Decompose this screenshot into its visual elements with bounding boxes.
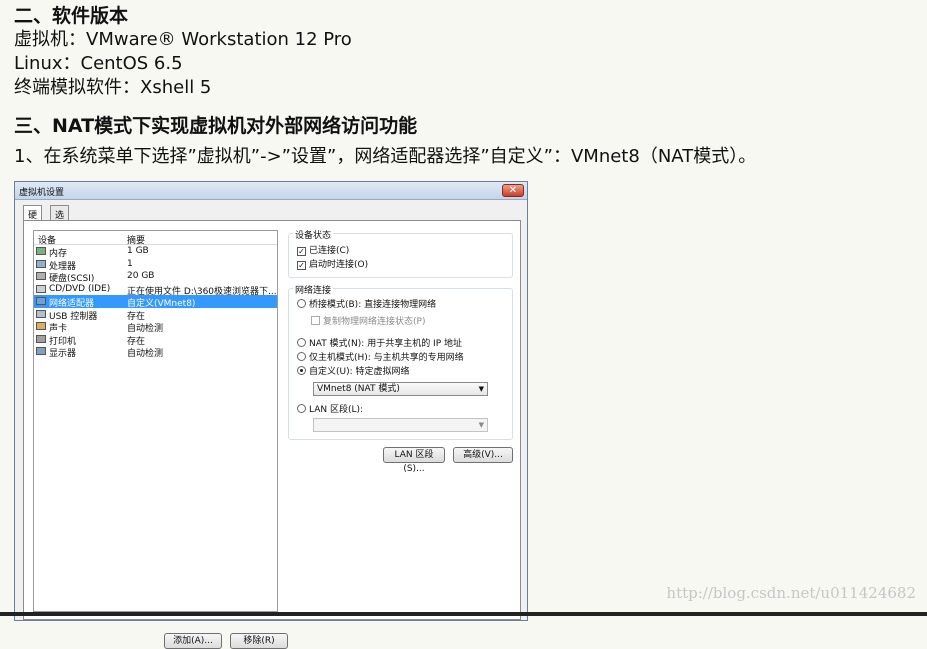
usb-icon [36,309,46,318]
connect-at-power-on-label: 启动时连接(O) [309,260,369,270]
step1-text: 1、在系统菜单下选择”虚拟机”->”设置”，网络适配器选择”自定义”：VMnet… [14,146,757,167]
cd-dvd-icon [36,284,46,293]
radio-icon [297,299,306,308]
host-only-radio[interactable]: 仅主机模式(H): 与主机共享的专用网络 [297,350,464,363]
network-connection-legend: 网络连接 [293,283,334,296]
custom-radio[interactable]: 自定义(U): 特定虚拟网络 [297,364,410,377]
dropdown-arrow-icon: ▼ [478,385,484,393]
device-row[interactable]: 硬盘(SCSI) 20 GB [34,270,277,284]
bottom-border [0,612,927,616]
dialog-titlebar: 虚拟机设置 ✕ [15,182,527,200]
device-row[interactable]: 内存 1 GB [34,245,277,259]
device-row[interactable]: 网络适配器 自定义(VMnet8) [34,295,277,309]
device-summary: 20 GB [127,271,155,281]
device-summary: 1 GB [127,246,149,256]
device-summary: 自动检测 [127,349,164,359]
version-line-terminal: 终端模拟软件：Xshell 5 [14,77,212,98]
device-row[interactable]: 处理器 1 [34,258,277,272]
device-list: 设备 摘要 内存 1 GB 处理器 1 硬盘(SCSI) 20 GB CD/DVD (IDE… [33,230,278,612]
close-icon[interactable]: ✕ [502,184,524,197]
device-row[interactable]: 显示器 自动检测 [34,345,277,359]
device-status-group: 设备状态 ✓ 已连接(C) ✓ 启动时连接(O) [288,228,513,278]
device-row[interactable]: CD/DVD (IDE) 正在使用文件 D:\360极速浏览器下... [34,283,277,297]
display-icon [36,347,46,355]
custom-label: 自定义(U): 特定虚拟网络 [309,367,410,377]
tab-options[interactable]: 选项 [50,205,70,234]
nat-radio[interactable]: NAT 模式(N): 用于共享主机的 IP 地址 [297,336,462,349]
check-icon: ✓ [297,247,306,256]
radio-icon [297,338,306,347]
hardware-panel: 设备 摘要 内存 1 GB 处理器 1 硬盘(SCSI) 20 GB CD/DVD (IDE… [23,220,521,649]
connect-at-power-on-checkbox[interactable]: ✓ 启动时连接(O) [297,257,368,270]
vm-settings-dialog: 虚拟机设置 ✕ 硬件 选项 设备 摘要 内存1 GB处理器1硬盘(SCSI)20… [14,181,528,649]
bridged-label: 桥接模式(B): 直接连接物理网络 [309,300,437,310]
host-only-label: 仅主机模式(H): 与主机共享的专用网络 [309,353,464,363]
network-adapter-icon [36,297,46,305]
device-rows: 内存 1 GB 处理器 1 硬盘(SCSI) 20 GB CD/DVD (IDE) 正在使用文… [34,245,277,359]
sound-card-icon [36,322,46,330]
device-summary: 1 [127,258,133,269]
section2-title: 二、软件版本 [14,5,129,27]
advanced-button[interactable]: 高级(V)... [453,447,513,463]
check-icon: ✓ [297,261,306,270]
section3-title: 三、NAT模式下实现虚拟机对外部网络访问功能 [14,115,418,137]
device-list-header: 设备 摘要 [34,231,277,246]
add-device-button[interactable]: 添加(A)... [164,633,222,649]
printer-icon [36,334,46,343]
version-line-linux: Linux：CentOS 6.5 [14,53,183,74]
radio-selected-icon [297,366,306,375]
replicate-state-checkbox[interactable]: 复制物理网络连接状态(P) [311,314,425,327]
memory-icon [36,247,46,255]
hard-disk-icon [36,272,46,280]
connected-checkbox[interactable]: ✓ 已连接(C) [297,243,349,256]
device-row[interactable]: USB 控制器 存在 [34,308,277,322]
nat-label: NAT 模式(N): 用于共享主机的 IP 地址 [309,339,463,349]
device-name: CD/DVD (IDE) [49,283,111,294]
remove-device-button[interactable]: 移除(R) [230,633,288,649]
custom-network-select[interactable]: VMnet8 (NAT 模式) ▼ [313,382,488,396]
watermark: http://blog.csdn.net/u011424682 [666,584,916,602]
device-row[interactable]: 打印机 存在 [34,333,277,347]
network-connection-group: 网络连接 桥接模式(B): 直接连接物理网络 复制物理网络连接状态(P) NAT… [288,283,513,440]
radio-icon [297,404,306,413]
device-row[interactable]: 声卡 自动检测 [34,320,277,334]
dialog-title: 虚拟机设置 [19,188,65,198]
device-name: 显示器 [49,349,77,359]
checkbox-icon [311,316,320,325]
replicate-state-label: 复制物理网络连接状态(P) [323,317,426,327]
dropdown-arrow-icon: ▼ [478,421,484,429]
lan-segments-button[interactable]: LAN 区段(S)... [383,447,445,474]
lan-segment-select[interactable]: ▼ [313,418,488,432]
cpu-icon [36,259,46,268]
device-status-legend: 设备状态 [293,228,334,241]
radio-icon [297,352,306,361]
bridged-radio[interactable]: 桥接模式(B): 直接连接物理网络 [297,297,436,310]
connected-label: 已连接(C) [309,246,350,256]
custom-network-value: VMnet8 (NAT 模式) [317,384,400,394]
version-line-vm: 虚拟机：VMware® Workstation 12 Pro [14,29,352,50]
article-body: 二、软件版本 虚拟机：VMware® Workstation 12 Pro Li… [14,4,352,100]
lan-segment-radio[interactable]: LAN 区段(L): [297,402,363,415]
lan-segment-label: LAN 区段(L): [309,405,364,415]
